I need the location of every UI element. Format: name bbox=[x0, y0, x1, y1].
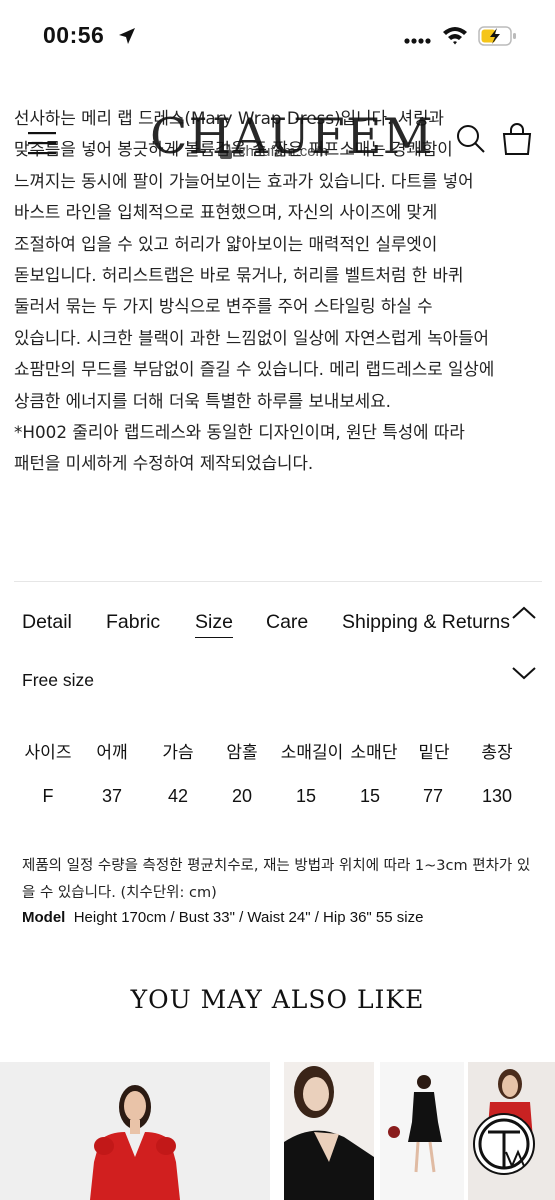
description-line: 있습니다. 시크한 블랙이 과한 느낌없이 일상에 자연스럽게 녹아들어 bbox=[14, 327, 489, 348]
product-thumbnail[interactable] bbox=[0, 1062, 270, 1200]
search-icon[interactable] bbox=[455, 123, 487, 155]
size-table-cell: 130 bbox=[481, 786, 513, 806]
measurement-note: 제품의 일정 수량을 측정한 평균치수로, 재는 방법과 위치에 따라 1~3c… bbox=[22, 858, 531, 901]
description-line: 돋보입니다. 허리스트랩은 바로 묶거나, 허리를 벨트처럼 한 바퀴 bbox=[14, 264, 464, 285]
chevron-up-icon[interactable] bbox=[511, 605, 537, 621]
size-table-cell: 20 bbox=[231, 786, 253, 806]
description-line: 둘러서 묶는 두 가지 방식으로 변주를 주어 스타일링 하실 수 bbox=[14, 296, 433, 317]
hamburger-menu-icon[interactable] bbox=[28, 130, 58, 156]
chevron-down-icon[interactable] bbox=[511, 665, 537, 681]
description-line: *H002 줄리아 랩드레스와 동일한 디자인이며, 원단 특성에 따라 bbox=[14, 421, 465, 442]
description-line: 패턴을 미세하게 수정하여 제작되었습니다. bbox=[14, 453, 314, 474]
description-line: 상큼한 에너지를 더해 더욱 특별한 하루를 보내보세요. bbox=[14, 390, 391, 411]
shopping-bag-icon[interactable] bbox=[500, 122, 534, 156]
tab-size[interactable]: Size bbox=[195, 611, 233, 638]
size-table-cell: 77 bbox=[422, 786, 444, 806]
description-line: 쇼팜만의 무드를 부담없이 즐길 수 있습니다. 메리 랩드레스로 일상에 bbox=[14, 359, 495, 380]
browser-address-bar[interactable]: chaufem.com bbox=[0, 70, 555, 160]
wifi-icon bbox=[443, 27, 467, 45]
tab-shipping-returns[interactable]: Shipping & Returns bbox=[342, 611, 510, 634]
size-table-header: 소매길이 bbox=[280, 743, 344, 763]
size-table-header: 사이즈 bbox=[24, 743, 72, 763]
status-time: 00:56 bbox=[43, 22, 105, 48]
red-dress-image bbox=[0, 1062, 270, 1200]
description-line: 조절하여 입을 수 있고 허리가 얇아보이는 매력적인 실루엣이 bbox=[14, 233, 438, 254]
tab-fabric[interactable]: Fabric bbox=[106, 611, 160, 634]
product-thumbnail[interactable] bbox=[284, 1062, 374, 1200]
size-table-header: 소매단 bbox=[350, 743, 398, 763]
size-table-header: 가슴 bbox=[162, 743, 194, 763]
size-table-cell: 42 bbox=[167, 786, 189, 806]
description-line: 바스트 라인을 입체적으로 표현했으며, 자신의 사이즈에 맞게 bbox=[14, 202, 438, 223]
battery-charging-icon bbox=[478, 26, 516, 46]
size-table-header: 암홀 bbox=[226, 743, 258, 763]
status-bar: 00:56 bbox=[0, 0, 555, 70]
size-table-cell: 15 bbox=[295, 786, 317, 806]
brand-logo[interactable]: CHAUFEM bbox=[150, 107, 433, 167]
size-label: Free size bbox=[22, 670, 94, 690]
tab-care[interactable]: Care bbox=[266, 611, 308, 634]
product-thumbnail[interactable] bbox=[380, 1062, 464, 1200]
tab-detail[interactable]: Detail bbox=[22, 611, 72, 634]
location-arrow-icon bbox=[119, 28, 135, 44]
size-table-cell: F bbox=[42, 786, 54, 806]
black-dress-image bbox=[380, 1062, 464, 1200]
cellular-signal-icon bbox=[404, 38, 431, 44]
size-table-header: 총장 bbox=[481, 743, 513, 763]
chat-widget-icon[interactable] bbox=[472, 1112, 536, 1176]
model-label: Model bbox=[22, 909, 66, 926]
section-divider bbox=[14, 581, 542, 582]
model-info: Model Height 170cm / Bust 33" / Waist 24… bbox=[22, 909, 423, 926]
size-table-header: 어깨 bbox=[96, 743, 128, 763]
model-measurements: Height 170cm / Bust 33" / Waist 24" / Hi… bbox=[73, 909, 424, 926]
black-top-image bbox=[284, 1062, 374, 1200]
recommend-title: YOU MAY ALSO LIKE bbox=[130, 985, 425, 1014]
size-table-cell: 37 bbox=[101, 786, 123, 806]
size-table-header: 밑단 bbox=[418, 743, 450, 763]
size-table-cell: 15 bbox=[359, 786, 381, 806]
description-line: 느껴지는 동시에 팔이 가늘어보이는 효과가 있습니다. 다트를 넣어 bbox=[14, 170, 474, 191]
